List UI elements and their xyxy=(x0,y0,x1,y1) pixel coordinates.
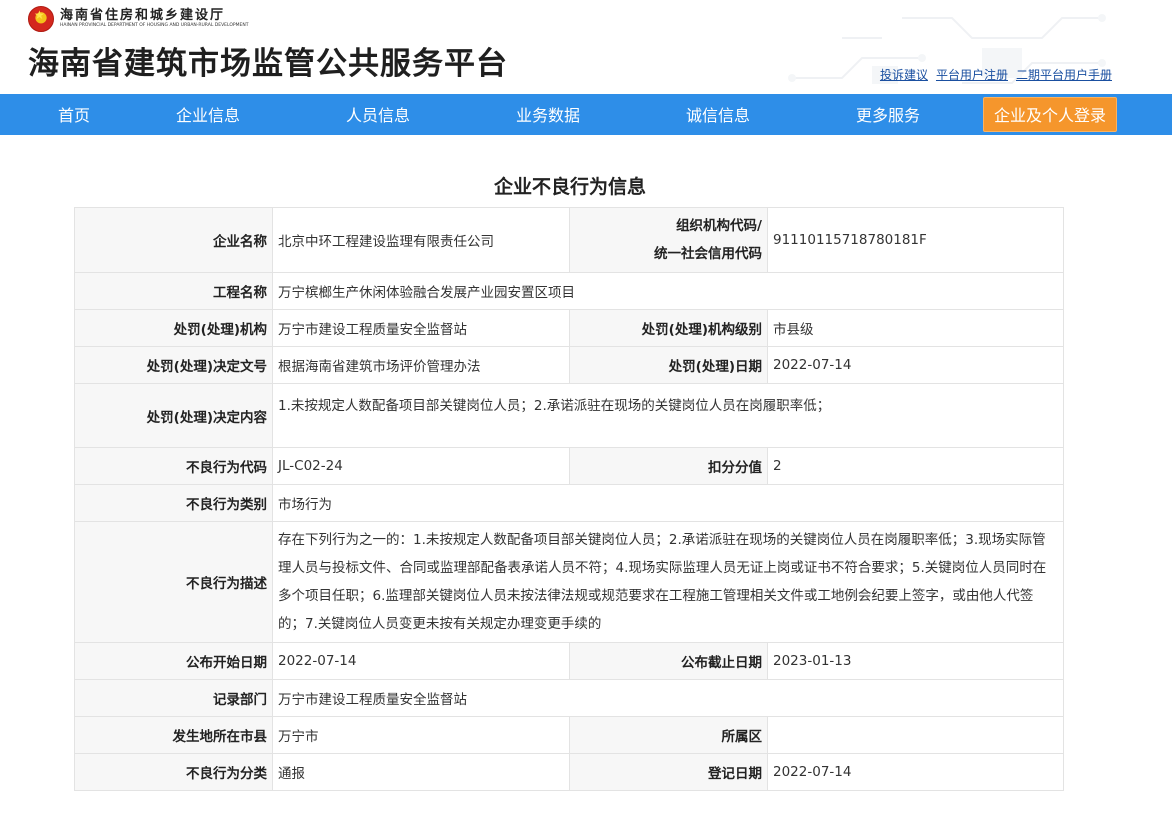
table-row: 处罚(处理)决定内容 1.未按规定人数配备项目部关键岗位人员；2.承诺派驻在现场… xyxy=(74,383,1064,448)
complaint-link[interactable]: 投诉建议 xyxy=(880,66,928,83)
behavior-code-label: 不良行为代码 xyxy=(74,447,273,485)
company-name-label: 企业名称 xyxy=(74,207,273,273)
main-nav: 首页 企业信息 人员信息 业务数据 诚信信息 更多服务 企业及个人登录 xyxy=(0,94,1172,135)
org-code-label-line2: 统一社会信用代码 xyxy=(654,246,762,262)
district-label: 所属区 xyxy=(569,716,768,754)
decision-date-value: 2022-07-14 xyxy=(767,346,1064,384)
table-row: 处罚(处理)机构 万宁市建设工程质量安全监督站 处罚(处理)机构级别 市县级 xyxy=(74,309,1064,347)
category-label: 不良行为分类 xyxy=(74,753,273,791)
decision-content-label: 处罚(处理)决定内容 xyxy=(74,383,273,448)
decision-doc-label: 处罚(处理)决定文号 xyxy=(74,346,273,384)
behavior-desc-value: 存在下列行为之一的：1.未按规定人数配备项目部关键岗位人员；2.承诺派驻在现场的… xyxy=(272,521,1064,643)
gov-name-cn: 海南省住房和城乡建设厅 xyxy=(60,8,226,24)
behavior-desc-label: 不良行为描述 xyxy=(74,521,273,643)
company-name-value: 北京中环工程建设监理有限责任公司 xyxy=(272,207,570,273)
penalty-org-level-label: 处罚(处理)机构级别 xyxy=(569,309,768,347)
register-date-label: 登记日期 xyxy=(569,753,768,791)
penalty-org-value: 万宁市建设工程质量安全监督站 xyxy=(272,309,570,347)
decision-content-value: 1.未按规定人数配备项目部关键岗位人员；2.承诺派驻在现场的关键岗位人员在岗履职… xyxy=(272,383,1064,448)
table-row: 不良行为描述 存在下列行为之一的：1.未按规定人数配备项目部关键岗位人员；2.承… xyxy=(74,521,1064,643)
behavior-type-value: 市场行为 xyxy=(272,484,1064,522)
org-code-label: 组织机构代码/ 统一社会信用代码 xyxy=(569,207,768,273)
deduction-label: 扣分分值 xyxy=(569,447,768,485)
nav-enterprise-info[interactable]: 企业信息 xyxy=(163,94,253,135)
org-code-value: 91110115718780181F xyxy=(767,207,1064,273)
penalty-org-label: 处罚(处理)机构 xyxy=(74,309,273,347)
nav-credit-info[interactable]: 诚信信息 xyxy=(673,94,763,135)
behavior-type-label: 不良行为类别 xyxy=(74,484,273,522)
table-row: 记录部门 万宁市建设工程质量安全监督站 xyxy=(74,679,1064,717)
category-value: 通报 xyxy=(272,753,570,791)
table-row: 不良行为分类 通报 登记日期 2022-07-14 xyxy=(74,753,1064,791)
nav-more-services[interactable]: 更多服务 xyxy=(843,94,933,135)
deduction-value: 2 xyxy=(767,447,1064,485)
gov-name-en: HAINAN PROVINCIAL DEPARTMENT OF HOUSING … xyxy=(60,23,249,29)
decision-doc-value: 根据海南省建筑市场评价管理办法 xyxy=(272,346,570,384)
publish-start-label: 公布开始日期 xyxy=(74,642,273,680)
decision-date-label: 处罚(处理)日期 xyxy=(569,346,768,384)
nav-personnel-info[interactable]: 人员信息 xyxy=(333,94,423,135)
table-row: 企业名称 北京中环工程建设监理有限责任公司 组织机构代码/ 统一社会信用代码 9… xyxy=(74,207,1064,273)
top-links: 投诉建议 平台用户注册 二期平台用户手册 xyxy=(880,66,1112,83)
project-name-label: 工程名称 xyxy=(74,272,273,310)
table-row: 处罚(处理)决定文号 根据海南省建筑市场评价管理办法 处罚(处理)日期 2022… xyxy=(74,346,1064,384)
page-title: 企业不良行为信息 xyxy=(493,176,646,198)
register-link[interactable]: 平台用户注册 xyxy=(936,66,1008,83)
login-button[interactable]: 企业及个人登录 xyxy=(983,97,1117,132)
site-header: 海南省住房和城乡建设厅 HAINAN PROVINCIAL DEPARTMENT… xyxy=(0,0,1172,94)
bad-behavior-info-table: 企业名称 北京中环工程建设监理有限责任公司 组织机构代码/ 统一社会信用代码 9… xyxy=(74,207,1064,791)
table-row: 发生地所在市县 万宁市 所属区 xyxy=(74,716,1064,754)
publish-start-value: 2022-07-14 xyxy=(272,642,570,680)
gov-branding: 海南省住房和城乡建设厅 HAINAN PROVINCIAL DEPARTMENT… xyxy=(28,5,248,33)
national-emblem-icon xyxy=(28,6,54,32)
district-value xyxy=(767,716,1064,754)
table-row: 不良行为代码 JL-C02-24 扣分分值 2 xyxy=(74,447,1064,485)
table-row: 工程名称 万宁槟榔生产休闲体验融合发展产业园安置区项目 xyxy=(74,272,1064,310)
table-row: 不良行为类别 市场行为 xyxy=(74,484,1064,522)
org-code-label-line1: 组织机构代码/ xyxy=(676,218,762,234)
city-label: 发生地所在市县 xyxy=(74,716,273,754)
publish-end-value: 2023-01-13 xyxy=(767,642,1064,680)
behavior-code-value: JL-C02-24 xyxy=(272,447,570,485)
record-dept-label: 记录部门 xyxy=(74,679,273,717)
publish-end-label: 公布截止日期 xyxy=(569,642,768,680)
nav-business-data[interactable]: 业务数据 xyxy=(503,94,593,135)
table-row: 公布开始日期 2022-07-14 公布截止日期 2023-01-13 xyxy=(74,642,1064,680)
register-date-value: 2022-07-14 xyxy=(767,753,1064,791)
penalty-org-level-value: 市县级 xyxy=(767,309,1064,347)
manual-link[interactable]: 二期平台用户手册 xyxy=(1016,66,1112,83)
record-dept-value: 万宁市建设工程质量安全监督站 xyxy=(272,679,1064,717)
city-value: 万宁市 xyxy=(272,716,570,754)
site-title: 海南省建筑市场监管公共服务平台 xyxy=(28,46,508,82)
nav-home[interactable]: 首页 xyxy=(44,94,104,135)
project-name-value: 万宁槟榔生产休闲体验融合发展产业园安置区项目 xyxy=(272,272,1064,310)
